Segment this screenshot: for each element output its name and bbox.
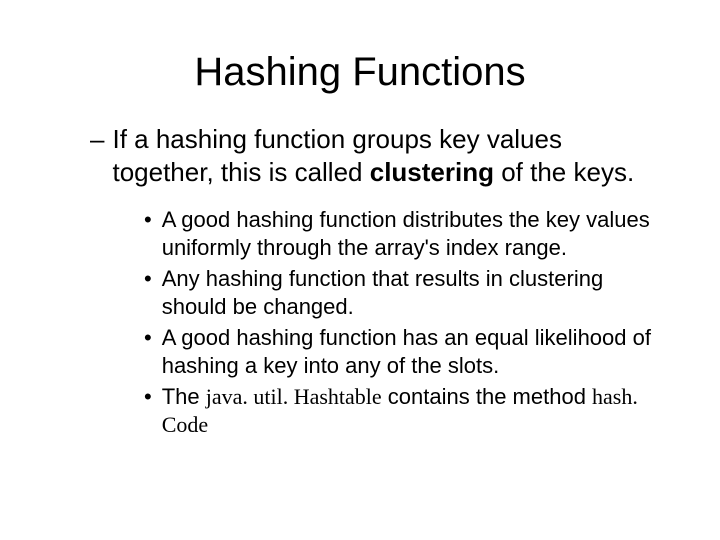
bold-word: clustering: [370, 157, 494, 187]
level2-list: • A good hashing function distributes th…: [144, 206, 660, 438]
text-segment: The: [162, 384, 206, 409]
level1-item: – If a hashing function groups key value…: [90, 123, 660, 188]
list-item: • A good hashing function distributes th…: [144, 206, 660, 261]
dash-bullet: –: [90, 123, 104, 188]
bullet-dot: •: [144, 265, 152, 320]
slide-title: Hashing Functions: [60, 50, 660, 95]
bullet-dot: •: [144, 206, 152, 261]
slide: Hashing Functions – If a hashing functio…: [0, 0, 720, 540]
bullet-text: Any hashing function that results in clu…: [162, 265, 660, 320]
text-segment: contains the method: [382, 384, 592, 409]
bullet-text: A good hashing function has an equal lik…: [162, 324, 660, 379]
bullet-dot: •: [144, 383, 152, 438]
code-text: java. util. Hashtable: [206, 384, 382, 409]
bullet-text: A good hashing function distributes the …: [162, 206, 660, 261]
list-item: • Any hashing function that results in c…: [144, 265, 660, 320]
bullet-text: The java. util. Hashtable contains the m…: [162, 383, 660, 438]
bullet-dot: •: [144, 324, 152, 379]
level1-text: If a hashing function groups key values …: [112, 123, 660, 188]
list-item: • A good hashing function has an equal l…: [144, 324, 660, 379]
text-segment: of the keys.: [494, 157, 634, 187]
list-item: • The java. util. Hashtable contains the…: [144, 383, 660, 438]
